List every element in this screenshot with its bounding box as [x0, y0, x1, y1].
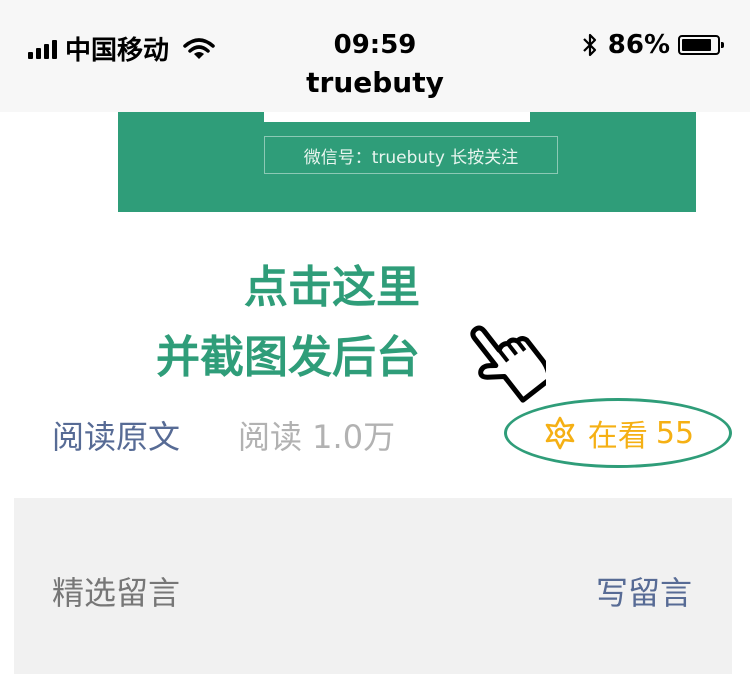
- watching-button[interactable]: 在看 55: [504, 398, 732, 468]
- status-right: 86%: [582, 30, 724, 60]
- banner-qr-box: [264, 112, 530, 122]
- pointing-hand-icon: [470, 325, 546, 403]
- write-comment-button[interactable]: 写留言: [596, 568, 692, 614]
- comment-section: 精选留言 写留言: [14, 498, 732, 674]
- page-title: truebuty: [306, 66, 444, 99]
- read-original-link[interactable]: 阅读原文: [52, 412, 180, 458]
- bluetooth-icon: [582, 33, 596, 57]
- annotation-line-2: 并截图发后台: [156, 332, 420, 383]
- battery-tip: [721, 42, 724, 48]
- selected-comments-label: 精选留言: [52, 574, 181, 612]
- wechat-id-label: 微信号：truebuty 长按关注: [264, 136, 558, 174]
- battery-percent: 86%: [607, 30, 670, 60]
- watching-label: 在看: [587, 419, 648, 454]
- watching-icon: [545, 416, 575, 450]
- annotation-line-1: 点击这里: [244, 262, 420, 313]
- status-bar: 中国移动 09:59 86% truebuty: [0, 0, 750, 112]
- battery-icon: [678, 35, 724, 55]
- read-count: 阅读 1.0万: [238, 418, 396, 456]
- watching-count: 55: [655, 415, 695, 451]
- battery-fill: [682, 39, 712, 51]
- qr-banner: 微信号：truebuty 长按关注: [118, 112, 696, 212]
